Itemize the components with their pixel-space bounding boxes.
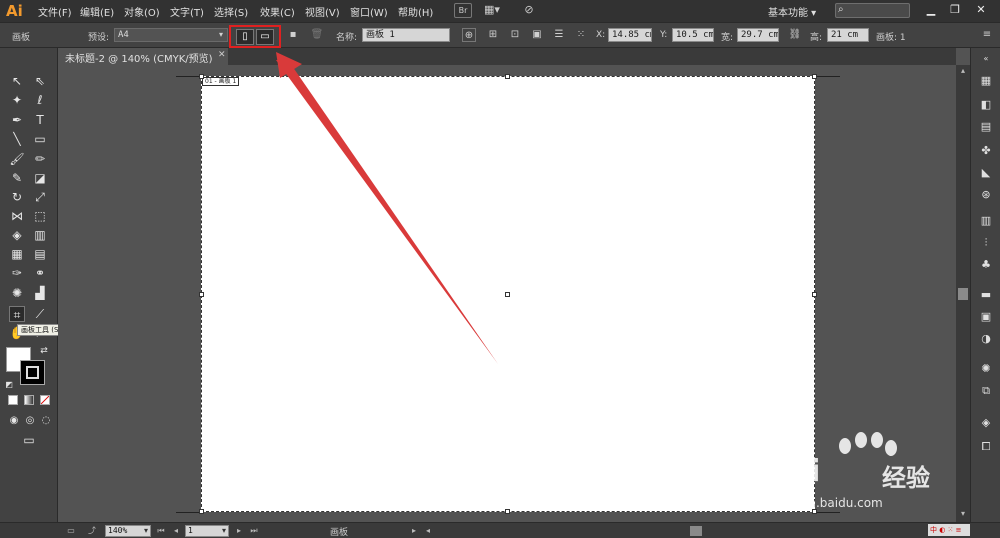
status-bar: ▭ ⤴ 140% ▾ ⏮ ◂ 1 ▾ ▸ ⏭ 画板 ▸ ◂ — [0, 522, 1000, 538]
stroke-panel-icon[interactable]: ▬ — [979, 288, 993, 302]
brushes-panel-icon[interactable]: ✤ — [979, 144, 993, 158]
swatches-panel-icon[interactable]: ▤ — [979, 120, 993, 134]
transparency-panel-icon[interactable]: ◑ — [979, 332, 993, 346]
annotation-arrow-shaft — [276, 60, 498, 364]
pathfinder-panel-icon[interactable]: ♣ — [979, 258, 993, 272]
color-guide-icon[interactable]: ◧ — [979, 98, 993, 112]
color-panel-icon[interactable]: ▦ — [979, 74, 993, 88]
watermark-brand: Bai — [765, 454, 822, 489]
vertical-scroll-thumb[interactable] — [958, 288, 968, 300]
horizontal-scroll-thumb[interactable] — [690, 526, 702, 536]
export-icon[interactable]: ⤴ — [86, 525, 98, 537]
scroll-down-icon[interactable]: ▾ — [957, 508, 969, 520]
first-artboard-icon[interactable]: ⏮ — [155, 525, 167, 537]
links-panel-icon[interactable]: ⧠ — [979, 440, 993, 454]
artboard-dropdown-icon[interactable]: ▾ — [218, 525, 230, 537]
scroll-left-icon[interactable]: ◂ — [422, 525, 434, 537]
gradient-panel-icon[interactable]: ▣ — [979, 310, 993, 324]
appearance-panel-icon[interactable]: ▥ — [979, 214, 993, 228]
symbols-panel-icon[interactable]: ◣ — [979, 166, 993, 180]
graphic-styles-icon[interactable]: ⊛ — [979, 188, 993, 202]
baidu-watermark: Bai 经验 jingyan.baidu.com — [765, 432, 955, 518]
watermark-url: jingyan.baidu.com — [772, 496, 883, 510]
screen-mode-toggle-icon[interactable]: ▭ — [62, 525, 80, 537]
panel-dock: « ▦ ◧ ▤ ✤ ◣ ⊛ ▥ ⫶ ♣ ▬ ▣ ◑ ✺ ⧉ ◈ ⧠ — [970, 48, 1000, 522]
artboards-panel-icon[interactable]: ⧉ — [979, 384, 993, 398]
align-panel-icon[interactable]: ⫶ — [979, 236, 993, 250]
vertical-scrollbar[interactable]: ▴ ▾ — [956, 65, 970, 522]
watermark-brand-cn: 经验 — [882, 464, 930, 492]
navigator-panel-icon[interactable]: ✺ — [979, 362, 993, 376]
layers-panel-icon[interactable]: ◈ — [979, 416, 993, 430]
next-artboard-icon[interactable]: ▸ — [233, 525, 245, 537]
last-artboard-icon[interactable]: ⏭ — [248, 525, 260, 537]
ime-toolbar[interactable]: 中 ◐ ⁙ ≡ — [928, 524, 970, 536]
status-menu-icon[interactable]: ▸ — [408, 525, 420, 537]
scroll-up-icon[interactable]: ▴ — [957, 65, 969, 77]
collapse-dock-icon[interactable]: « — [979, 52, 993, 66]
zoom-dropdown-icon[interactable]: ▾ — [140, 525, 152, 537]
previous-artboard-icon[interactable]: ◂ — [170, 525, 182, 537]
current-tool-status: 画板 — [330, 528, 349, 538]
